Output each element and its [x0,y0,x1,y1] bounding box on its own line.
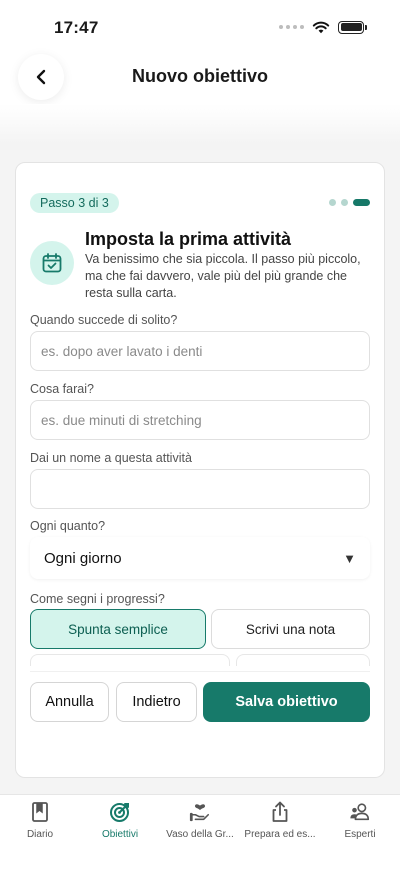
calendar-check-icon [42,253,62,273]
activity-name-label: Dai un nome a questa attività [30,451,192,465]
cancel-button[interactable]: Annulla [30,682,109,722]
tab-label: Esperti [344,829,376,840]
tab-label: Prepara ed es... [244,829,316,840]
tracking-option-partial[interactable] [30,654,230,666]
intro-description: Va benissimo che sia piccola. Il passo p… [85,252,361,300]
frequency-label: Ogni quanto? [30,519,106,533]
tab-diario[interactable]: Diario [0,801,80,840]
intro-title: Imposta la prima attività [85,229,292,249]
tab-label: Obiettivi [101,829,139,840]
step-dot [329,199,336,206]
signal-icon [279,25,304,29]
frequency-select[interactable]: Ogni giorno ▼ [30,537,370,579]
wifi-icon [312,21,330,34]
battery-icon [338,20,367,34]
tab-label: Vaso della Gr... [166,829,234,840]
tracking-option-partial[interactable] [236,654,370,666]
step-indicator [329,199,370,206]
status-time: 17:47 [54,18,99,37]
tab-label: Diario [26,829,54,840]
status-icons [279,20,367,34]
dropdown-arrow-icon: ▼ [343,550,356,566]
step-badge: Passo 3 di 3 [30,193,119,213]
tab-bar: Diario Obiettivi Vaso della Gr... Prepar… [0,794,400,869]
tab-esperti[interactable]: Esperti [320,801,400,840]
divider [30,671,370,672]
status-bar: 17:47 [0,0,400,52]
heart-hand-icon [189,801,211,823]
tracking-option-checkbox[interactable]: Spunta semplice [30,609,206,649]
activity-name-input[interactable] [30,469,370,509]
nav-header: Nuovo obiettivo [0,52,400,104]
header-shadow [0,104,400,144]
tab-prepara[interactable]: Prepara ed es... [240,801,320,840]
share-icon [269,801,291,823]
when-input[interactable] [30,331,370,371]
what-input[interactable] [30,400,370,440]
page-title: Nuovo obiettivo [132,66,268,86]
step-dot-active [353,199,370,206]
tab-vaso-gratitudine[interactable]: Vaso della Gr... [160,801,240,840]
intro-icon-circle [30,241,74,285]
previous-step-button[interactable]: Indietro [116,682,197,722]
frequency-value: Ogni giorno [44,549,122,567]
save-goal-button[interactable]: Salva obiettivo [203,682,370,722]
what-label: Cosa farai? [30,382,94,396]
tracking-option-note[interactable]: Scrivi una nota [211,609,370,649]
step-dot [341,199,348,206]
goal-wizard-card: Passo 3 di 3 Imposta la prima attività V… [15,162,385,778]
when-label: Quando succede di solito? [30,313,178,327]
tab-obiettivi[interactable]: Obiettivi [80,801,160,840]
book-icon [29,801,51,823]
tracking-label: Come segni i progressi? [30,592,165,606]
target-icon [109,801,131,823]
people-icon [349,801,371,823]
